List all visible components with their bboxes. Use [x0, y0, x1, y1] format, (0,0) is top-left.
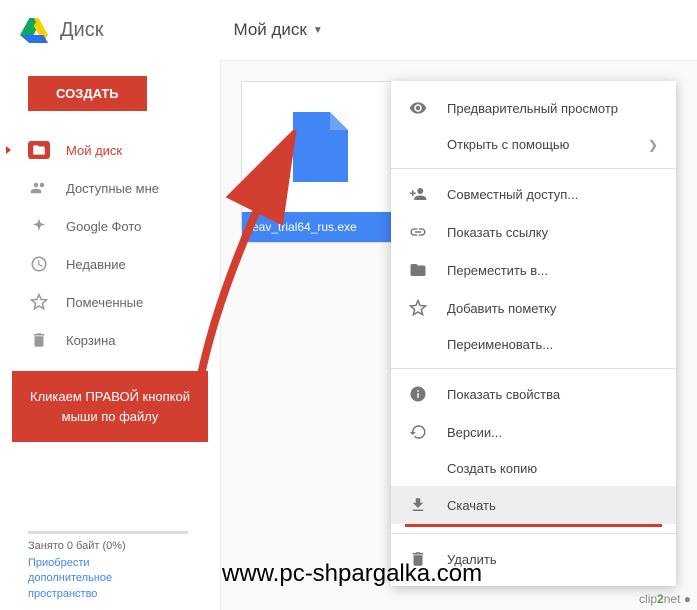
- menu-label: Переименовать...: [447, 337, 553, 352]
- menu-add-star[interactable]: Добавить пометку: [391, 289, 676, 327]
- menu-label: Скачать: [447, 498, 496, 513]
- context-menu: Предварительный просмотр Открыть с помощ…: [391, 81, 676, 586]
- menu-separator: [391, 168, 676, 169]
- watermark-url: www.pc-shpargalka.com: [222, 560, 482, 588]
- sidebar-item-label: Корзина: [66, 333, 116, 348]
- sidebar-item-trash[interactable]: Корзина: [0, 321, 220, 359]
- menu-label: Переместить в...: [447, 263, 548, 278]
- file-name: eav_trial64_rus.exe: [242, 212, 398, 242]
- menu-move-to[interactable]: Переместить в...: [391, 251, 676, 289]
- highlight-underline: [405, 524, 662, 527]
- menu-label: Создать копию: [447, 461, 537, 476]
- menu-preview[interactable]: Предварительный просмотр: [391, 89, 676, 127]
- storage-upgrade-link[interactable]: Приобрести дополнительное пространство: [28, 556, 188, 602]
- recent-icon: [30, 255, 48, 273]
- versions-icon: [409, 423, 427, 441]
- storage-bar: [28, 531, 188, 534]
- menu-share[interactable]: Совместный доступ...: [391, 175, 676, 213]
- sidebar-item-photos[interactable]: Google Фото: [0, 207, 220, 245]
- menu-separator: [391, 533, 676, 534]
- add-person-icon: [409, 185, 427, 203]
- sidebar-item-shared[interactable]: Доступные мне: [0, 169, 220, 207]
- menu-download[interactable]: Скачать: [391, 486, 676, 524]
- star-icon: [30, 293, 48, 311]
- header: Диск Мой диск ▼: [0, 0, 697, 60]
- menu-label: Показать свойства: [447, 387, 560, 402]
- photos-icon: [30, 217, 48, 235]
- logo-area: Диск: [20, 18, 103, 43]
- eye-icon: [409, 99, 427, 117]
- chevron-right-icon: ❯: [648, 138, 658, 152]
- file-item[interactable]: eav_trial64_rus.exe: [241, 81, 399, 243]
- main-area: СОЗДАТЬ Мой диск Доступные мне Google Фо…: [0, 60, 697, 610]
- storage-info: Занято 0 байт (0%) Приобрести дополнител…: [28, 531, 188, 602]
- sidebar: СОЗДАТЬ Мой диск Доступные мне Google Фо…: [0, 60, 220, 610]
- menu-separator: [391, 368, 676, 369]
- menu-get-link[interactable]: Показать ссылку: [391, 213, 676, 251]
- create-button[interactable]: СОЗДАТЬ: [28, 76, 147, 111]
- download-icon: [409, 496, 427, 514]
- drive-logo-icon: [20, 18, 48, 43]
- clip2net-watermark: clip2net ●: [639, 592, 691, 606]
- menu-details[interactable]: Показать свойства: [391, 375, 676, 413]
- menu-label: Показать ссылку: [447, 225, 548, 240]
- sidebar-item-label: Недавние: [66, 257, 126, 272]
- menu-label: Совместный доступ...: [447, 187, 578, 202]
- sidebar-item-label: Мой диск: [66, 143, 122, 158]
- link-icon: [409, 223, 427, 241]
- menu-label: Версии...: [447, 425, 502, 440]
- menu-rename[interactable]: Переименовать...: [391, 327, 676, 362]
- menu-versions[interactable]: Версии...: [391, 413, 676, 451]
- storage-used: Занято 0 байт (0%): [28, 540, 188, 552]
- menu-make-copy[interactable]: Создать копию: [391, 451, 676, 486]
- menu-label: Предварительный просмотр: [447, 101, 618, 116]
- sidebar-item-my-drive[interactable]: Мой диск: [0, 131, 220, 169]
- file-doc-icon: [293, 112, 348, 182]
- menu-label: Открыть с помощью: [447, 137, 569, 152]
- trash-icon: [30, 331, 48, 349]
- annotation-callout: Кликаем ПРАВОЙ кнопкой мыши по файлу: [12, 371, 208, 442]
- location-text: Мой диск: [233, 20, 306, 40]
- annotation-line1: Кликаем ПРАВОЙ кнопкой: [30, 387, 190, 407]
- info-icon: [409, 385, 427, 403]
- shared-icon: [30, 179, 48, 197]
- sidebar-item-starred[interactable]: Помеченные: [0, 283, 220, 321]
- menu-label: Добавить пометку: [447, 301, 556, 316]
- file-preview: [242, 82, 398, 212]
- menu-open-with[interactable]: Открыть с помощью ❯: [391, 127, 676, 162]
- app-name: Диск: [60, 19, 103, 42]
- content-area: eav_trial64_rus.exe Предварительный прос…: [220, 60, 697, 610]
- star-icon: [409, 299, 427, 317]
- sidebar-item-recent[interactable]: Недавние: [0, 245, 220, 283]
- chevron-down-icon: ▼: [313, 25, 323, 36]
- location-dropdown[interactable]: Мой диск ▼: [233, 20, 322, 40]
- sidebar-item-label: Google Фото: [66, 219, 141, 234]
- sidebar-item-label: Помеченные: [66, 295, 143, 310]
- sidebar-item-label: Доступные мне: [66, 181, 159, 196]
- folder-icon: [32, 143, 46, 157]
- annotation-line2: мыши по файлу: [30, 407, 190, 427]
- folder-solid-icon: [409, 261, 427, 279]
